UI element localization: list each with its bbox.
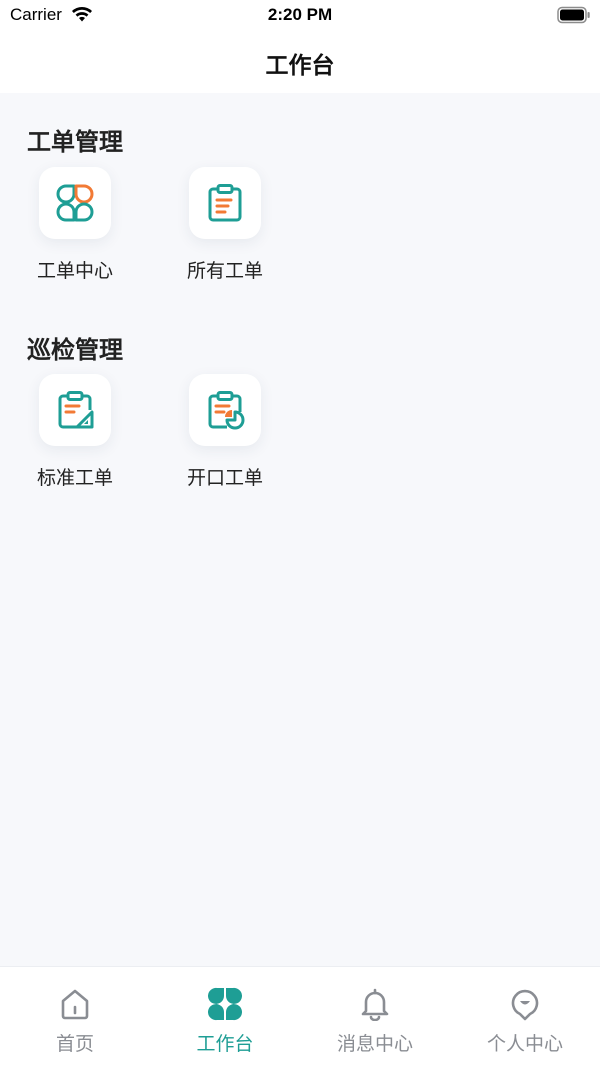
tab-home-label: 首页 <box>55 1033 94 1055</box>
clipboard-list-icon <box>208 184 242 222</box>
tab-profile[interactable]: 个人中心 <box>450 967 600 1067</box>
open-work-order-label: 开口工单 <box>186 467 263 489</box>
all-work-orders-tile[interactable]: 所有工单 <box>155 167 295 297</box>
nav-bar: 工作台 <box>0 32 600 93</box>
standard-work-order-tile[interactable]: 标准工单 <box>5 374 145 504</box>
all-work-orders-label: 所有工单 <box>186 260 263 282</box>
work-order-center-icon-box <box>39 167 111 239</box>
work-order-center-label: 工单中心 <box>36 260 113 282</box>
clover-grid-icon <box>56 184 94 222</box>
workbench-screen: Carrier 2:20 PM 工作台 工单管理 工单中心 所有工单 巡检管理 … <box>0 0 600 1067</box>
open-work-order-icon-box <box>189 374 261 446</box>
standard-work-order-icon-box <box>39 374 111 446</box>
tab-home[interactable]: 首页 <box>0 967 150 1067</box>
open-work-order-tile[interactable]: 开口工单 <box>155 374 295 504</box>
page-title: 工作台 <box>265 53 335 79</box>
tab-bar: 首页 工作台 消息中心 个人中心 <box>0 966 600 1067</box>
battery-icon <box>557 6 590 24</box>
all-work-orders-icon-box <box>189 167 261 239</box>
user-face-icon <box>511 989 539 1021</box>
section-title-work-order-management: 工单管理 <box>27 128 123 156</box>
tab-messages-label: 消息中心 <box>336 1033 413 1055</box>
standard-work-order-label: 标准工单 <box>36 467 113 489</box>
tab-messages[interactable]: 消息中心 <box>300 967 450 1067</box>
bell-icon <box>361 988 389 1021</box>
status-bar: Carrier 2:20 PM <box>0 0 600 32</box>
clipboard-ruler-icon <box>58 391 94 429</box>
clover-grid-icon <box>208 987 242 1021</box>
tab-workbench-label: 工作台 <box>196 1033 254 1055</box>
section-title-inspection-management: 巡检管理 <box>27 336 123 364</box>
home-icon <box>61 989 89 1020</box>
status-time: 2:20 PM <box>267 5 333 24</box>
work-order-center-tile[interactable]: 工单中心 <box>5 167 145 297</box>
tab-workbench[interactable]: 工作台 <box>150 967 300 1067</box>
tab-profile-label: 个人中心 <box>486 1033 563 1055</box>
clipboard-pie-icon <box>208 391 245 430</box>
